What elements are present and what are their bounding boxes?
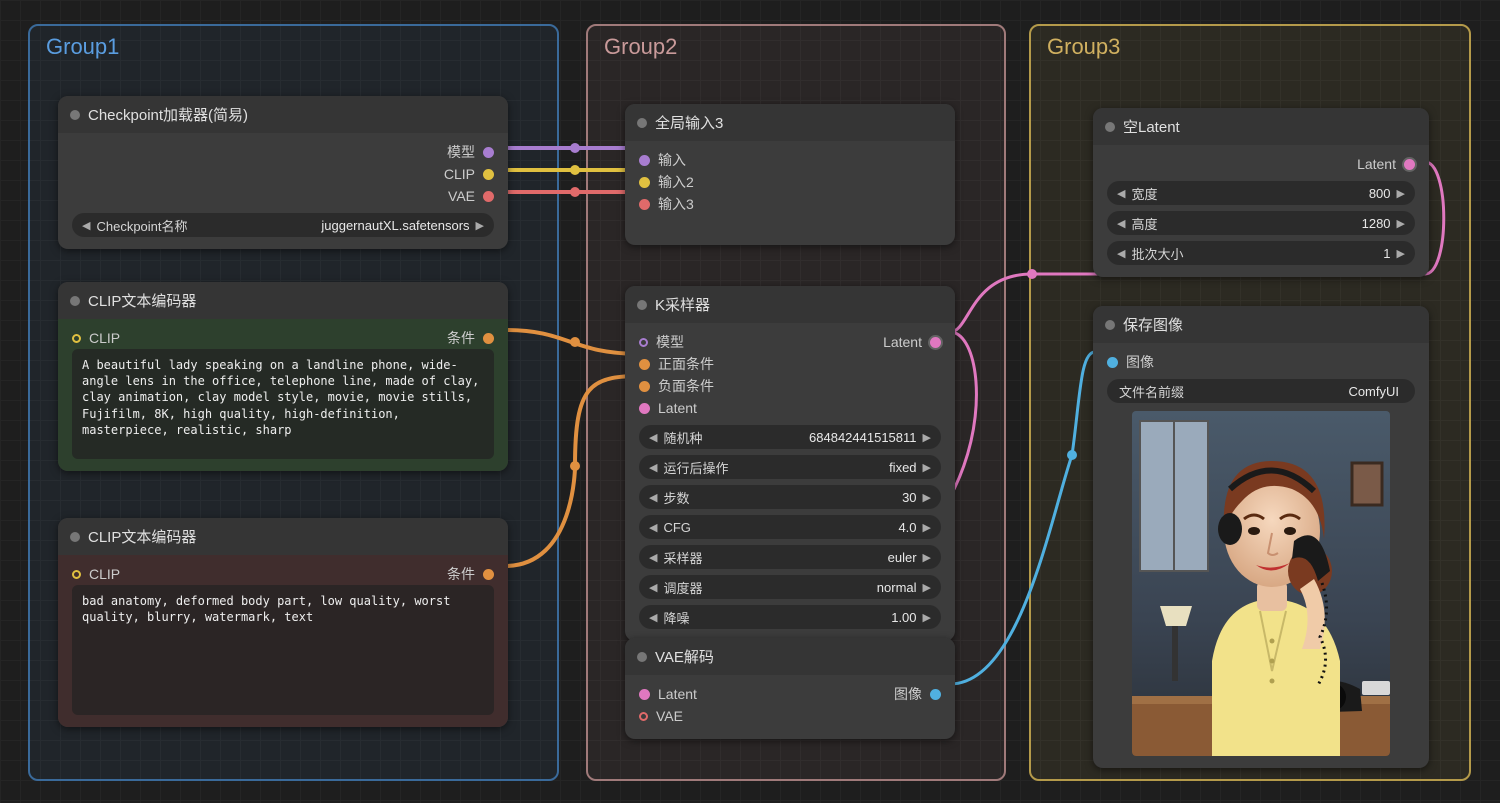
in-positive[interactable]: 正面条件	[658, 354, 714, 374]
height-widget[interactable]: ◀高度1280▶	[1107, 211, 1415, 235]
out-cond: 条件	[447, 328, 475, 348]
out-image: 图像	[894, 684, 922, 704]
in-3[interactable]: 输入3	[658, 194, 694, 214]
checkpoint-name-widget[interactable]: ◀ Checkpoint名称 juggernautXL.safetensors …	[72, 213, 494, 237]
scheduler-widget[interactable]: ◀调度器normal▶	[639, 575, 941, 599]
in-1[interactable]: 输入	[658, 150, 686, 170]
filename-prefix-widget[interactable]: 文件名前缀 ComfyUI	[1107, 379, 1415, 403]
out-cond: 条件	[447, 564, 475, 584]
node-clip-encode-negative[interactable]: CLIP文本编码器 CLIP 条件 bad anatomy, deformed …	[58, 518, 508, 727]
batch-widget[interactable]: ◀批次大小1▶	[1107, 241, 1415, 265]
output-image-preview[interactable]	[1132, 411, 1390, 756]
in-model[interactable]: 模型	[656, 332, 684, 352]
node-checkpoint-loader[interactable]: Checkpoint加载器(简易) 模型 CLIP VAE ◀ Checkpoi…	[58, 96, 508, 249]
node-global-inputs[interactable]: 全局输入3 输入 输入2 输入3	[625, 104, 955, 245]
out-clip: CLIP	[444, 166, 475, 182]
cfg-widget[interactable]: ◀CFG4.0▶	[639, 515, 941, 539]
out-model: 模型	[447, 142, 475, 162]
node-empty-latent[interactable]: 空Latent Latent ◀宽度800▶ ◀高度1280▶ ◀批次大小1▶	[1093, 108, 1429, 277]
in-latent[interactable]: Latent	[658, 400, 697, 416]
after-gen-widget[interactable]: ◀运行后操作fixed▶	[639, 455, 941, 479]
prev-arrow-icon[interactable]: ◀	[82, 219, 90, 232]
negative-prompt-textarea[interactable]: bad anatomy, deformed body part, low qua…	[72, 585, 494, 715]
node-ksampler[interactable]: K采样器 模型 Latent 正面条件 负面条件 Latent ◀随机种6848…	[625, 286, 955, 641]
group-1-title: Group1	[30, 26, 557, 66]
out-vae: VAE	[448, 188, 475, 204]
in-clip[interactable]: CLIP	[89, 566, 120, 582]
out-latent: Latent	[883, 334, 922, 350]
in-negative[interactable]: 负面条件	[658, 376, 714, 396]
in-image[interactable]: 图像	[1126, 352, 1154, 372]
denoise-widget[interactable]: ◀降噪1.00▶	[639, 605, 941, 629]
in-2[interactable]: 输入2	[658, 172, 694, 192]
width-widget[interactable]: ◀宽度800▶	[1107, 181, 1415, 205]
in-latent[interactable]: Latent	[658, 686, 697, 702]
steps-widget[interactable]: ◀步数30▶	[639, 485, 941, 509]
node-vae-decode[interactable]: VAE解码 Latent 图像 VAE	[625, 638, 955, 739]
next-arrow-icon[interactable]: ▶	[476, 219, 484, 232]
in-vae[interactable]: VAE	[656, 708, 683, 724]
in-clip[interactable]: CLIP	[89, 330, 120, 346]
sampler-widget[interactable]: ◀采样器euler▶	[639, 545, 941, 569]
positive-prompt-textarea[interactable]: A beautiful lady speaking on a landline …	[72, 349, 494, 459]
node-title: Checkpoint加载器(简易)	[88, 104, 248, 125]
node-save-image[interactable]: 保存图像 图像 文件名前缀 ComfyUI	[1093, 306, 1429, 768]
seed-widget[interactable]: ◀随机种684842441515811▶	[639, 425, 941, 449]
group-3-title: Group3	[1031, 26, 1469, 66]
node-clip-encode-positive[interactable]: CLIP文本编码器 CLIP 条件 A beautiful lady speak…	[58, 282, 508, 471]
out-latent: Latent	[1357, 156, 1396, 172]
group-2-title: Group2	[588, 26, 1004, 66]
